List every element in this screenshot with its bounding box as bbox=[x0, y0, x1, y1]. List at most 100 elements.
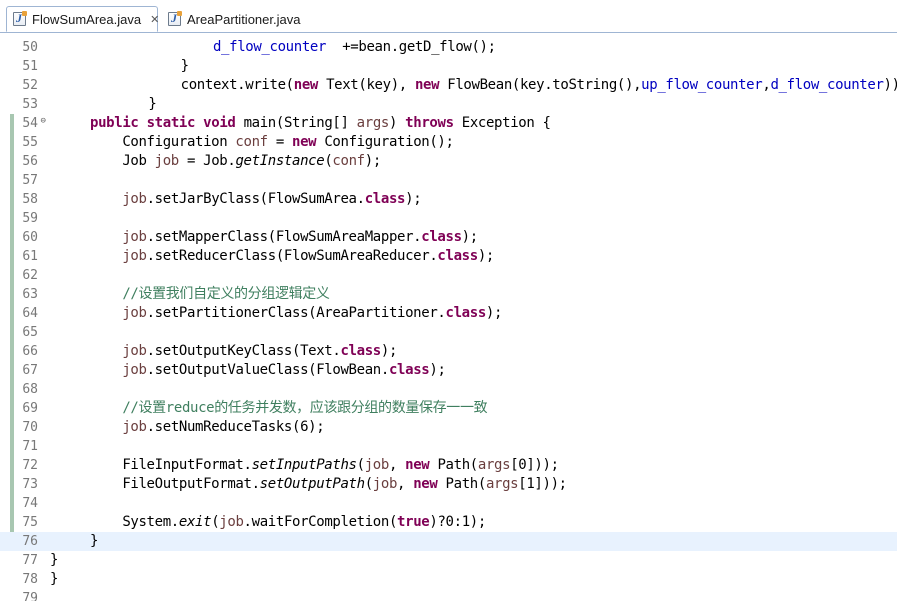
code-text: FileOutputFormat.setOutputPath(job, new … bbox=[90, 475, 567, 494]
code-token: ( bbox=[364, 476, 373, 492]
code-line[interactable]: 73 FileOutputFormat.setOutputPath(job, n… bbox=[0, 475, 897, 494]
code-token: up_flow_counter bbox=[641, 77, 763, 93]
code-text: job.setOutputKeyClass(Text.class); bbox=[90, 342, 397, 361]
code-line[interactable]: 57 bbox=[0, 171, 897, 190]
code-line[interactable]: 65 bbox=[0, 323, 897, 342]
code-line[interactable]: 60 job.setMapperClass(FlowSumAreaMapper.… bbox=[0, 228, 897, 247]
code-line[interactable]: 69 //设置reduce的任务并发数，应该跟分组的数量保存一一致 bbox=[0, 399, 897, 418]
java-file-icon bbox=[13, 11, 27, 26]
code-text: Configuration conf = new Configuration()… bbox=[90, 133, 454, 152]
line-number: 51 bbox=[22, 59, 38, 74]
code-token: } bbox=[90, 533, 99, 549]
code-line[interactable]: 62 bbox=[0, 266, 897, 285]
code-token: class bbox=[421, 229, 462, 245]
code-line[interactable]: 72 FileInputFormat.setInputPaths(job, ne… bbox=[0, 456, 897, 475]
code-token: job bbox=[219, 514, 244, 530]
code-text: job.setMapperClass(FlowSumAreaMapper.cla… bbox=[90, 228, 478, 247]
code-token: [0])); bbox=[510, 457, 559, 473]
code-line[interactable]: 61 job.setReducerClass(FlowSumAreaReduce… bbox=[0, 247, 897, 266]
code-token: conf bbox=[332, 153, 365, 169]
code-line[interactable]: 63 //设置我们自定义的分组逻辑定义 bbox=[0, 285, 897, 304]
code-line[interactable]: 74 bbox=[0, 494, 897, 513]
code-token: ( bbox=[356, 457, 365, 473]
code-token: [1])); bbox=[518, 476, 567, 492]
code-token: .setMapperClass(FlowSumAreaMapper. bbox=[146, 229, 422, 245]
code-token: class bbox=[445, 305, 487, 321]
code-token: exit bbox=[178, 514, 212, 530]
code-token: FileInputFormat. bbox=[90, 457, 252, 473]
code-token: = bbox=[267, 134, 292, 150]
code-token: main(String[] bbox=[235, 115, 357, 131]
tab-label: AreaPartitioner.java bbox=[187, 11, 301, 27]
line-number: 75 bbox=[22, 515, 38, 530]
code-line[interactable]: 56 Job job = Job.getInstance(conf); bbox=[0, 152, 897, 171]
line-number: 59 bbox=[22, 211, 38, 226]
code-token: ); bbox=[485, 305, 503, 321]
code-line[interactable]: 76} bbox=[0, 532, 897, 551]
code-token: d_flow_counter bbox=[770, 77, 884, 93]
code-line[interactable]: 51 } bbox=[0, 57, 897, 76]
code-token: .setReducerClass(FlowSumAreaReducer. bbox=[146, 248, 438, 264]
tab-flowsumarea-java[interactable]: FlowSumArea.java ✕ bbox=[6, 6, 159, 32]
code-line[interactable]: 53 } bbox=[0, 95, 897, 114]
code-line[interactable]: 70 job.setNumReduceTasks(6); bbox=[0, 418, 897, 437]
code-line[interactable]: 66 job.setOutputKeyClass(Text.class); bbox=[0, 342, 897, 361]
code-text: //设置我们自定义的分组逻辑定义 bbox=[90, 285, 330, 304]
code-token: Configuration bbox=[90, 134, 236, 150]
code-line[interactable]: 71 bbox=[0, 437, 897, 456]
code-line[interactable]: 50 d_flow_counter +=bean.getD_flow(); bbox=[0, 38, 897, 57]
code-text: } bbox=[50, 551, 58, 570]
code-token: true bbox=[397, 514, 430, 530]
code-token: Exception { bbox=[453, 115, 551, 131]
fold-collapse-icon[interactable]: ⊖ bbox=[38, 116, 48, 126]
code-line[interactable]: 77} bbox=[0, 551, 897, 570]
code-token: +=bean.getD_flow(); bbox=[326, 39, 496, 55]
code-line[interactable]: 52 context.write(new Text(key), new Flow… bbox=[0, 76, 897, 95]
code-line[interactable]: 75 System.exit(job.waitForCompletion(tru… bbox=[0, 513, 897, 532]
line-number: 53 bbox=[22, 97, 38, 112]
code-line[interactable]: 55 Configuration conf = new Configuratio… bbox=[0, 133, 897, 152]
code-token: setOutputPath bbox=[259, 476, 365, 492]
code-token: job bbox=[122, 248, 147, 264]
code-token: //设置我们自定义的分组逻辑定义 bbox=[122, 286, 330, 302]
code-line[interactable]: 67 job.setOutputValueClass(FlowBean.clas… bbox=[0, 361, 897, 380]
code-token: class bbox=[364, 191, 406, 207]
tab-areapartitioner-java[interactable]: AreaPartitioner.java bbox=[162, 6, 312, 32]
line-number: 62 bbox=[22, 268, 38, 283]
code-token: job bbox=[122, 191, 147, 207]
code-token: Path( bbox=[429, 457, 478, 473]
code-line[interactable]: 58 job.setJarByClass(FlowSumArea.class); bbox=[0, 190, 897, 209]
code-line[interactable]: 68 bbox=[0, 380, 897, 399]
code-line[interactable]: 59 bbox=[0, 209, 897, 228]
code-line[interactable]: 78} bbox=[0, 570, 897, 589]
code-token: FileOutputFormat. bbox=[90, 476, 260, 492]
close-icon[interactable]: ✕ bbox=[150, 13, 159, 26]
line-number: 64 bbox=[22, 306, 38, 321]
code-token: job bbox=[122, 343, 147, 359]
code-editor[interactable]: 50 d_flow_counter +=bean.getD_flow(); 51 … bbox=[0, 33, 897, 601]
line-number: 58 bbox=[22, 192, 38, 207]
code-text: job.setOutputValueClass(FlowBean.class); bbox=[90, 361, 446, 380]
code-token: class bbox=[388, 362, 430, 378]
code-text: } bbox=[116, 95, 156, 114]
line-number: 68 bbox=[22, 382, 38, 397]
code-line[interactable]: 64 job.setPartitionerClass(AreaPartition… bbox=[0, 304, 897, 323]
code-token: .setNumReduceTasks(6); bbox=[146, 419, 325, 435]
line-number: 78 bbox=[22, 572, 38, 587]
code-token: //设置reduce的任务并发数，应该跟分组的数量保存一一致 bbox=[122, 400, 488, 416]
code-token: } bbox=[50, 552, 59, 568]
line-number: 69 bbox=[22, 401, 38, 416]
code-text: //设置reduce的任务并发数，应该跟分组的数量保存一一致 bbox=[90, 399, 487, 418]
line-number: 76 bbox=[22, 534, 38, 549]
code-token: job bbox=[122, 229, 147, 245]
code-token: = Job. bbox=[178, 153, 236, 169]
code-line[interactable]: 54 ⊖ public static void main(String[] args… bbox=[0, 114, 897, 133]
code-line[interactable]: 79 bbox=[0, 589, 897, 601]
